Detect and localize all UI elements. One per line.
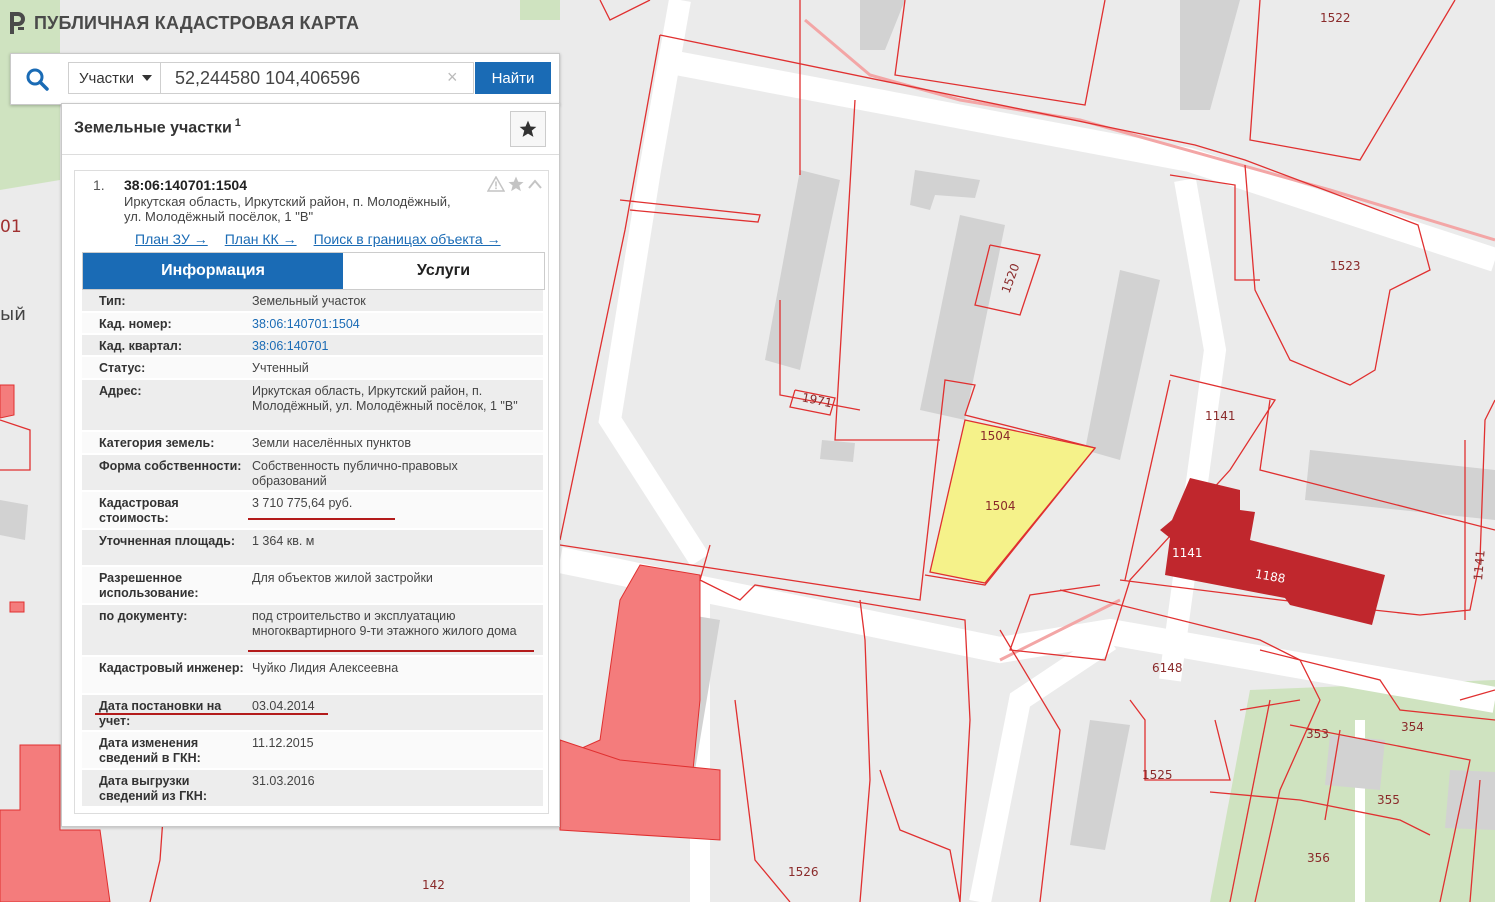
detail-key: Разрешенное использование: [99, 571, 199, 600]
detail-key: Категория земель: [99, 436, 215, 450]
detail-key: Уточненная площадь: [99, 534, 236, 548]
detail-value: Чуйко Лидия Алексеевна [252, 661, 399, 675]
detail-row: Кад. номер: 38:06:140701:1504 [82, 313, 543, 335]
map-label: 1522 [1320, 11, 1351, 25]
star-icon[interactable] [507, 175, 525, 193]
detail-key: Дата изменения сведений в ГКН: [99, 736, 201, 765]
find-button[interactable]: Найти [475, 62, 551, 94]
search-type-label: Участки [79, 69, 134, 87]
result-cad-number[interactable]: 38:06:140701:1504 [124, 177, 247, 193]
detail-key: Тип: [99, 294, 126, 308]
map-label: 1504 [985, 499, 1016, 513]
warning-icon[interactable] [487, 176, 505, 192]
map-label: 356 [1307, 851, 1330, 865]
detail-value: Иркутская область, Иркутский район, п. М… [252, 384, 518, 413]
detail-value: Земельный участок [252, 294, 366, 308]
result-links: План ЗУ → План КК → Поиск в границах объ… [135, 231, 501, 247]
chevron-down-icon [142, 75, 152, 81]
detail-row: Категория земель: Земли населённых пункт… [82, 432, 543, 455]
detail-row: Разрешенное использование: Для объектов … [82, 567, 543, 605]
detail-row: Дата изменения сведений в ГКН: 11.12.201… [82, 732, 543, 770]
details-table: Тип: Земельный участок Кад. номер: 38:06… [82, 290, 543, 808]
detail-value: Собственность публично-правовых образова… [252, 459, 458, 488]
detail-key: Адрес: [99, 384, 142, 398]
panel-title-text: Земельные участки [74, 119, 232, 137]
star-icon [519, 120, 537, 137]
map-label: 1504 [980, 429, 1011, 443]
detail-key: по документу: [99, 609, 188, 623]
map-label: 1523 [1330, 259, 1361, 273]
divider [62, 154, 559, 155]
map-label: 6148 [1152, 661, 1183, 675]
detail-key: Кадастровая стоимость: [99, 496, 179, 525]
rosreestr-logo-icon [10, 12, 25, 34]
detail-key: Кад. номер: [99, 317, 172, 331]
detail-value: под строительство и эксплуатацию многокв… [252, 609, 517, 638]
map-label: 354 [1401, 720, 1424, 734]
detail-value-link[interactable]: 38:06:140701 [252, 339, 534, 354]
search-icon[interactable] [25, 67, 49, 91]
search-type-select[interactable]: Участки [68, 62, 160, 94]
detail-row: Тип: Земельный участок [82, 290, 543, 313]
detail-value: Для объектов жилой застройки [252, 571, 433, 585]
result-index: 1. [93, 177, 105, 193]
map-label: 1526 [788, 865, 819, 879]
detail-value: Учтенный [252, 361, 309, 375]
results-panel: Земельные участки 1 1. 38:06:140701:1504 … [61, 103, 560, 827]
annotation-underline [248, 518, 395, 520]
annotation-underline [95, 713, 328, 715]
detail-row: Дата выгрузки сведений из ГКН: 31.03.201… [82, 770, 543, 808]
map-label: 01 [0, 217, 22, 237]
detail-value: 3 710 775,64 руб. [252, 496, 353, 510]
detail-row: Кадастровый инженер: Чуйко Лидия Алексее… [82, 657, 543, 695]
detail-row: Кадастровая стоимость: 3 710 775,64 руб. [82, 492, 543, 530]
plan-kk-link[interactable]: План КК → [225, 231, 297, 247]
result-card: 1. 38:06:140701:1504 Иркутская область, … [74, 170, 549, 814]
chevron-up-icon[interactable] [527, 178, 543, 190]
detail-row: Уточненная площадь: 1 364 кв. м [82, 530, 543, 567]
map-label: 1525 [1142, 768, 1173, 782]
result-address: Иркутская область, Иркутский район, п. М… [124, 194, 451, 224]
detail-key: Дата выгрузки сведений из ГКН: [99, 774, 207, 803]
app-title: ПУБЛИЧНАЯ КАДАСТРОВАЯ КАРТА [34, 12, 360, 33]
panel-title: Земельные участки 1 [74, 117, 241, 137]
detail-value-link[interactable]: 38:06:140701:1504 [252, 317, 534, 332]
tab-services[interactable]: Услуги [343, 253, 544, 289]
detail-key: Статус: [99, 361, 146, 375]
info-tabs: Информация Услуги [82, 252, 545, 290]
detail-value: 31.03.2016 [252, 774, 315, 788]
map-label: 355 [1377, 793, 1400, 807]
detail-row: Форма собственности: Собственность публи… [82, 455, 543, 492]
map-label: ый [0, 304, 26, 325]
result-count: 1 [234, 117, 241, 129]
map-label: 142 [422, 878, 445, 892]
detail-value: 03.04.2014 [252, 699, 315, 713]
detail-row: Адрес: Иркутская область, Иркутский райо… [82, 380, 543, 432]
detail-value: 11.12.2015 [252, 736, 314, 750]
search-input[interactable] [160, 62, 474, 94]
app-logo: ПУБЛИЧНАЯ КАДАСТРОВАЯ КАРТА [8, 10, 359, 36]
map-label: 1141 [1205, 409, 1236, 423]
result-actions [487, 175, 543, 193]
detail-value: 1 364 кв. м [252, 534, 315, 548]
favorites-button[interactable] [510, 111, 546, 147]
map-label: 1141 [1172, 546, 1203, 560]
detail-value: Земли населённых пунктов [252, 436, 411, 450]
detail-row: Кад. квартал: 38:06:140701 [82, 335, 543, 357]
detail-key: Кад. квартал: [99, 339, 182, 353]
map-label: 353 [1306, 727, 1329, 741]
search-bar: Участки × Найти [10, 53, 560, 105]
clear-icon[interactable]: × [447, 67, 458, 88]
plan-zu-link[interactable]: План ЗУ → [135, 231, 208, 247]
annotation-underline [248, 650, 534, 652]
search-in-bounds-link[interactable]: Поиск в границах объекта → [314, 231, 501, 247]
map-label: 1141 [1471, 549, 1488, 581]
tab-information[interactable]: Информация [83, 253, 343, 289]
detail-key: Кадастровый инженер: [99, 661, 244, 675]
detail-row: Статус: Учтенный [82, 357, 543, 380]
detail-key: Форма собственности: [99, 459, 242, 473]
